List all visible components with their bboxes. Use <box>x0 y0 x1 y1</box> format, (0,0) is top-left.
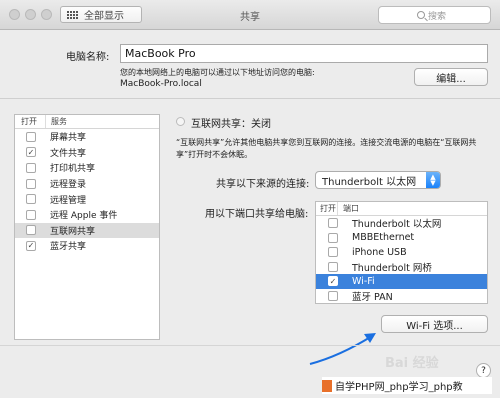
port-row-label: Thunderbolt 以太网 <box>352 219 442 231</box>
chevron-updown-icon: ▲ ▼ <box>426 172 440 188</box>
service-row[interactable]: 远程管理 <box>15 191 159 207</box>
computer-name-label: 电脑名称: <box>66 52 110 63</box>
service-row-label: 蓝牙共享 <box>50 242 87 253</box>
service-row[interactable]: ✓ 蓝牙共享 <box>15 238 159 254</box>
search-input[interactable]: 搜索 <box>378 6 491 24</box>
port-row-label: MBBEthernet <box>352 232 415 244</box>
service-row-label: 远程登录 <box>50 180 87 191</box>
checkbox[interactable] <box>26 225 36 236</box>
checkbox[interactable] <box>328 290 338 301</box>
service-row[interactable]: 屏幕共享 <box>15 129 159 145</box>
header-on: 打开 <box>15 115 46 128</box>
ports-header-port: 端口 <box>343 204 359 213</box>
service-row-label: 互联网共享 <box>50 226 96 237</box>
port-row-label: Wi-Fi <box>352 275 375 287</box>
services-list[interactable]: 打开 服务 屏幕共享 ✓ 文件共享打印机共享远程登录远程管理远程 Apple 事件互… <box>14 114 160 340</box>
annotation-arrow-icon <box>309 333 376 365</box>
port-row-label: iPhone USB <box>352 246 407 258</box>
search-icon <box>417 11 425 19</box>
checkbox[interactable] <box>26 178 36 189</box>
site-watermark: 自学PHP网_php学习_php教 <box>322 377 492 394</box>
share-from-label: 共享以下来源的连接: <box>216 179 310 190</box>
checkbox[interactable] <box>328 247 338 258</box>
port-row-label: Thunderbolt 网桥 <box>352 262 432 274</box>
computer-name-field[interactable]: MacBook Pro <box>120 44 488 63</box>
checkmark-icon: ✓ <box>27 147 35 157</box>
checkbox[interactable] <box>328 261 338 272</box>
checkbox[interactable] <box>26 162 36 173</box>
checkbox[interactable]: ✓ <box>26 240 36 251</box>
share-from-value: Thunderbolt 以太网 <box>322 176 417 188</box>
port-row[interactable]: Thunderbolt 以太网 <box>316 216 487 231</box>
section-divider <box>0 98 500 99</box>
service-row-label: 屏幕共享 <box>50 133 87 144</box>
service-row-label: 远程管理 <box>50 195 87 206</box>
site-logo-icon <box>322 379 332 392</box>
checkbox[interactable] <box>328 218 338 229</box>
service-row-label: 远程 Apple 事件 <box>50 211 118 222</box>
services-list-header: 打开 服务 <box>15 115 159 129</box>
service-row[interactable]: 打印机共享 <box>15 160 159 176</box>
service-row[interactable]: 互联网共享 <box>15 222 159 239</box>
service-row[interactable]: ✓ 文件共享 <box>15 145 159 161</box>
port-row-label: 蓝牙 PAN <box>352 291 393 303</box>
service-row-label: 文件共享 <box>50 148 87 159</box>
service-row[interactable]: 远程登录 <box>15 176 159 192</box>
help-button[interactable]: ? <box>476 363 491 378</box>
checkbox[interactable] <box>26 209 36 220</box>
checkbox[interactable] <box>328 232 338 243</box>
checkmark-icon: ✓ <box>329 276 337 286</box>
ports-header-on: 打开 <box>316 202 338 215</box>
port-row[interactable]: 蓝牙 PAN <box>316 289 487 304</box>
checkmark-icon: ✓ <box>27 241 35 251</box>
port-row[interactable]: Thunderbolt 网桥 <box>316 260 487 275</box>
local-address: MacBook-Pro.local <box>120 79 202 89</box>
search-placeholder: 搜索 <box>428 11 447 22</box>
baidu-watermark: Bai 经验 <box>385 356 439 371</box>
internet-sharing-status: 互联网共享：关闭 <box>191 119 271 130</box>
internet-sharing-status-indicator <box>176 117 185 126</box>
checkbox[interactable] <box>26 131 36 142</box>
site-watermark-text: 自学PHP网_php学习_php教 <box>335 382 463 393</box>
bottom-divider <box>0 345 500 346</box>
header-service: 服务 <box>51 117 67 126</box>
title-bar: 全部显示 共享 搜索 <box>0 0 500 30</box>
internet-sharing-description: “互联网共享”允许其他电脑共享您到互联网的连接。连接交流电源的电脑在“互联网共享… <box>176 138 477 159</box>
edit-button[interactable]: 编辑... <box>414 68 488 86</box>
checkbox[interactable]: ✓ <box>26 147 36 158</box>
service-row-label: 打印机共享 <box>50 164 96 175</box>
ports-table-header: 打开 端口 <box>316 202 487 216</box>
checkbox[interactable] <box>26 194 36 205</box>
ports-table[interactable]: 打开 端口 Thunderbolt 以太网 MBBEthernet iPhone U… <box>315 201 488 304</box>
port-row[interactable]: MBBEthernet <box>316 231 487 246</box>
port-row[interactable]: iPhone USB <box>316 245 487 260</box>
port-row[interactable]: ✓ Wi-Fi <box>316 274 487 289</box>
service-row[interactable]: 远程 Apple 事件 <box>15 207 159 223</box>
local-address-hint: 您的本地网络上的电脑可以通过以下地址访问您的电脑: <box>120 68 315 77</box>
checkbox[interactable]: ✓ <box>328 276 338 287</box>
share-to-label: 用以下端口共享给电脑: <box>205 209 309 220</box>
wifi-options-button[interactable]: Wi-Fi 选项... <box>381 315 488 333</box>
share-from-select[interactable]: Thunderbolt 以太网 ▲ ▼ <box>315 171 441 189</box>
